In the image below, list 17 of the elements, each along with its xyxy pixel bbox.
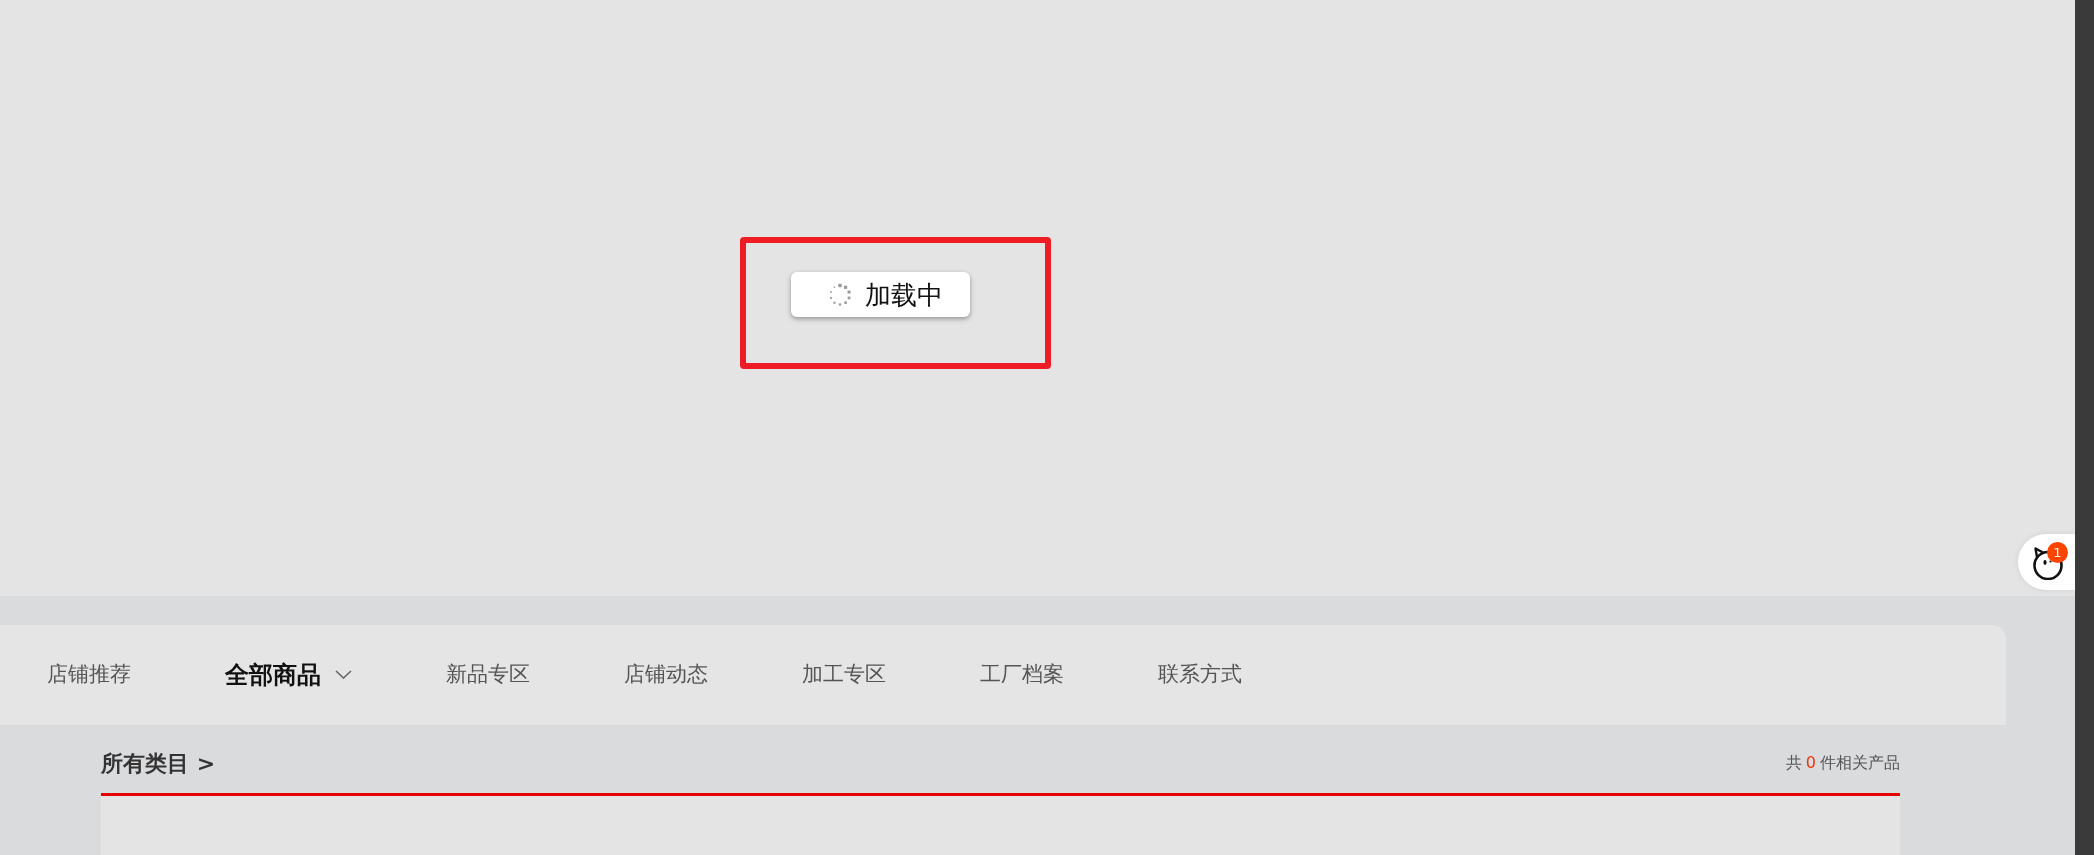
count-label: 件相关产品 bbox=[1820, 752, 1900, 774]
nav-tab[interactable]: 工厂档案 bbox=[933, 662, 1111, 688]
count-label: 共 bbox=[1785, 752, 1802, 774]
nav-tab[interactable]: 联系方式 bbox=[1111, 662, 1289, 688]
category-link[interactable]: 所有类目 > bbox=[101, 746, 216, 780]
notification-badge: 1 bbox=[2047, 542, 2068, 563]
nav-tab[interactable]: 店铺动态 bbox=[577, 662, 755, 688]
nav-tab[interactable]: 新品专区 bbox=[399, 662, 577, 688]
product-count: 0 bbox=[1805, 752, 1816, 774]
assistant-widget[interactable]: 1 bbox=[2018, 534, 2075, 590]
scrollbar[interactable] bbox=[2075, 0, 2094, 855]
spinner-icon bbox=[828, 282, 852, 307]
nav-tab[interactable]: 店铺推荐 bbox=[0, 662, 178, 688]
nav-tab[interactable]: 加工专区 bbox=[755, 662, 933, 688]
cat-face-icon bbox=[2031, 546, 2064, 580]
loading-text: 加载中 bbox=[865, 281, 943, 308]
nav-tab[interactable]: 全部商品 bbox=[178, 660, 399, 690]
